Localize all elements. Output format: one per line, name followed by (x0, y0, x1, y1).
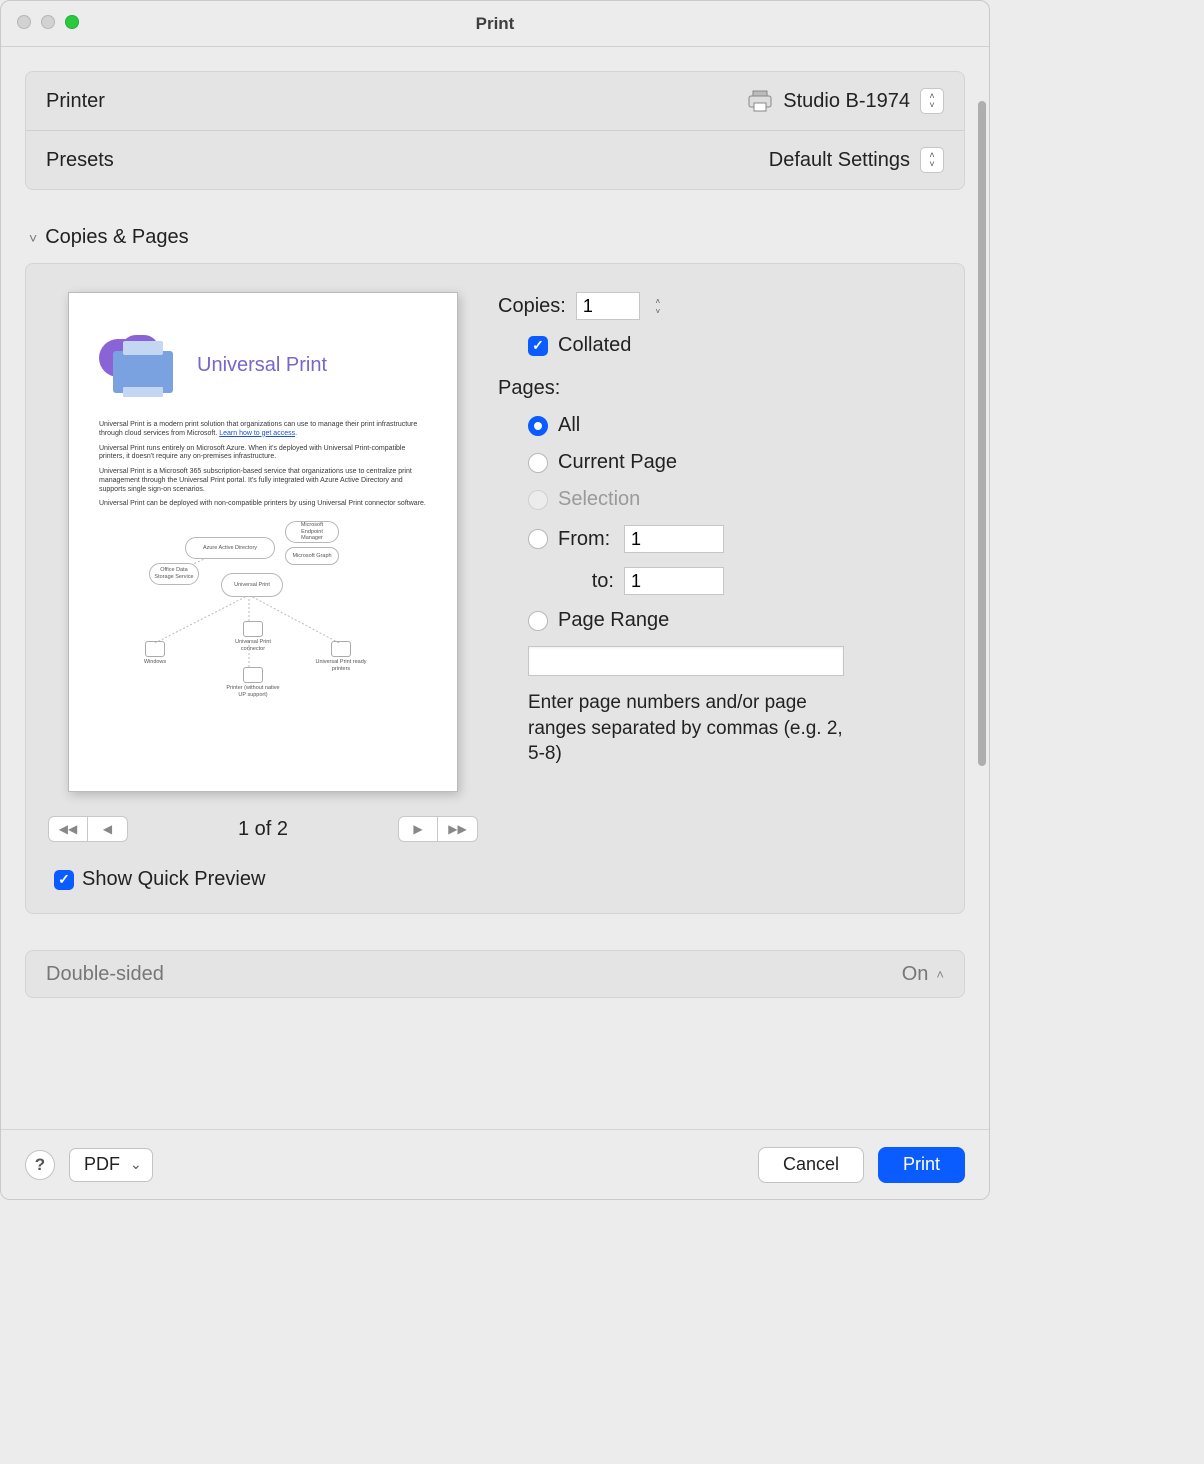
pages-current-label: Current Page (558, 451, 677, 474)
collated-checkbox[interactable]: ✓ (528, 336, 548, 356)
pages-to-row: to: (564, 567, 942, 595)
copies-input[interactable] (576, 292, 640, 320)
collated-row: ✓ Collated (528, 334, 942, 357)
pager-back-buttons: ◀◀ ◀ (48, 816, 128, 842)
pages-selection-label: Selection (558, 488, 640, 511)
disclosure-icon: ˅ (29, 230, 37, 246)
window-close-button[interactable] (17, 15, 31, 29)
copies-label: Copies: (498, 295, 566, 318)
presets-value: Default Settings (769, 149, 910, 172)
chevron-up-icon: ˄ (936, 967, 944, 982)
pages-from-radio[interactable] (528, 529, 548, 549)
preview-column: Universal Print Universal Print is a mod… (48, 292, 478, 891)
pages-from-input[interactable] (624, 525, 724, 553)
show-quick-preview-checkbox[interactable]: ✓ (54, 870, 74, 890)
window-controls (17, 15, 79, 29)
printer-icon (747, 90, 773, 112)
presets-select[interactable]: Default Settings ˄ ˅ (769, 147, 944, 173)
next-page-button[interactable]: ▶ (398, 816, 438, 842)
last-page-button[interactable]: ▶▶ (438, 816, 478, 842)
preview-pager: ◀◀ ◀ 1 of 2 ▶ ▶▶ (48, 816, 478, 842)
printer-stepper-icon: ˄ ˅ (920, 88, 944, 114)
copies-pages-header[interactable]: ˅ Copies & Pages (25, 220, 965, 263)
page-range-input[interactable] (528, 646, 844, 676)
copies-stepper[interactable]: ˄ ˅ (650, 293, 666, 319)
collated-label: Collated (558, 334, 631, 357)
printer-presets-panel: Printer Studio B-1974 ˄ ˅ Presets Defaul… (25, 71, 965, 190)
page-preview: Universal Print Universal Print is a mod… (68, 292, 458, 792)
window-title: Print (1, 14, 989, 34)
double-sided-panel[interactable]: Double-sided On ˄ (25, 950, 965, 998)
pages-range-label: Page Range (558, 609, 669, 632)
cancel-button[interactable]: Cancel (758, 1147, 864, 1183)
pages-label-row: Pages: (498, 377, 942, 400)
window-minimize-button[interactable] (41, 15, 55, 29)
pages-selection-radio (528, 490, 548, 510)
titlebar: Print (1, 1, 989, 47)
pages-range-radio[interactable] (528, 611, 548, 631)
pdf-menu-button[interactable]: PDF ⌄ (69, 1148, 153, 1182)
pages-current-radio[interactable] (528, 453, 548, 473)
footer: ? PDF ⌄ Cancel Print (1, 1129, 989, 1199)
dialog-body: Printer Studio B-1974 ˄ ˅ Presets Defaul… (1, 47, 989, 1129)
form-column: Copies: ˄ ˅ ✓ Collated Pages: All (498, 292, 942, 891)
printer-label: Printer (46, 90, 105, 113)
printer-select[interactable]: Studio B-1974 ˄ ˅ (747, 88, 944, 114)
print-button[interactable]: Print (878, 1147, 965, 1183)
page-range-helper: Enter page numbers and/or page ranges se… (528, 690, 848, 767)
show-quick-preview-label: Show Quick Preview (82, 868, 265, 891)
presets-row: Presets Default Settings ˄ ˅ (26, 130, 964, 189)
preview-diagram: Azure Active Directory Microsoft Endpoin… (99, 523, 427, 713)
pages-current-row: Current Page (528, 451, 942, 474)
help-button[interactable]: ? (25, 1150, 55, 1180)
pages-all-label: All (558, 414, 580, 437)
pages-all-row: All (528, 414, 942, 437)
printer-value: Studio B-1974 (783, 90, 910, 113)
copies-pages-panel: Universal Print Universal Print is a mod… (25, 263, 965, 914)
pages-selection-row: Selection (528, 488, 942, 511)
pages-to-input[interactable] (624, 567, 724, 595)
pages-range-row: Page Range (528, 609, 942, 632)
presets-stepper-icon: ˄ ˅ (920, 147, 944, 173)
pages-range-input-row (528, 646, 942, 676)
printer-row: Printer Studio B-1974 ˄ ˅ (26, 72, 964, 130)
double-sided-value: On (902, 963, 929, 986)
window-zoom-button[interactable] (65, 15, 79, 29)
pages-from-row: From: (528, 525, 942, 553)
pages-label: Pages: (498, 377, 560, 400)
dropdown-icon: ⌄ (130, 1156, 142, 1173)
scrollbar[interactable] (978, 101, 986, 766)
universal-print-logo-icon (99, 335, 179, 395)
pages-from-label: From: (558, 528, 614, 551)
copies-pages-title: Copies & Pages (45, 226, 188, 249)
pages-to-label: to: (564, 570, 614, 593)
preview-doc-title: Universal Print (197, 353, 327, 378)
pages-all-radio[interactable] (528, 416, 548, 436)
double-sided-label: Double-sided (46, 963, 164, 986)
prev-page-button[interactable]: ◀ (88, 816, 128, 842)
page-indicator: 1 of 2 (238, 818, 288, 841)
print-dialog: Print Printer Studio B-1974 ˄ ˅ Presets (0, 0, 990, 1200)
first-page-button[interactable]: ◀◀ (48, 816, 88, 842)
pager-forward-buttons: ▶ ▶▶ (398, 816, 478, 842)
copies-row: Copies: ˄ ˅ (498, 292, 942, 320)
pdf-label: PDF (84, 1154, 120, 1175)
presets-label: Presets (46, 149, 114, 172)
show-quick-preview-row: ✓ Show Quick Preview (54, 868, 265, 891)
